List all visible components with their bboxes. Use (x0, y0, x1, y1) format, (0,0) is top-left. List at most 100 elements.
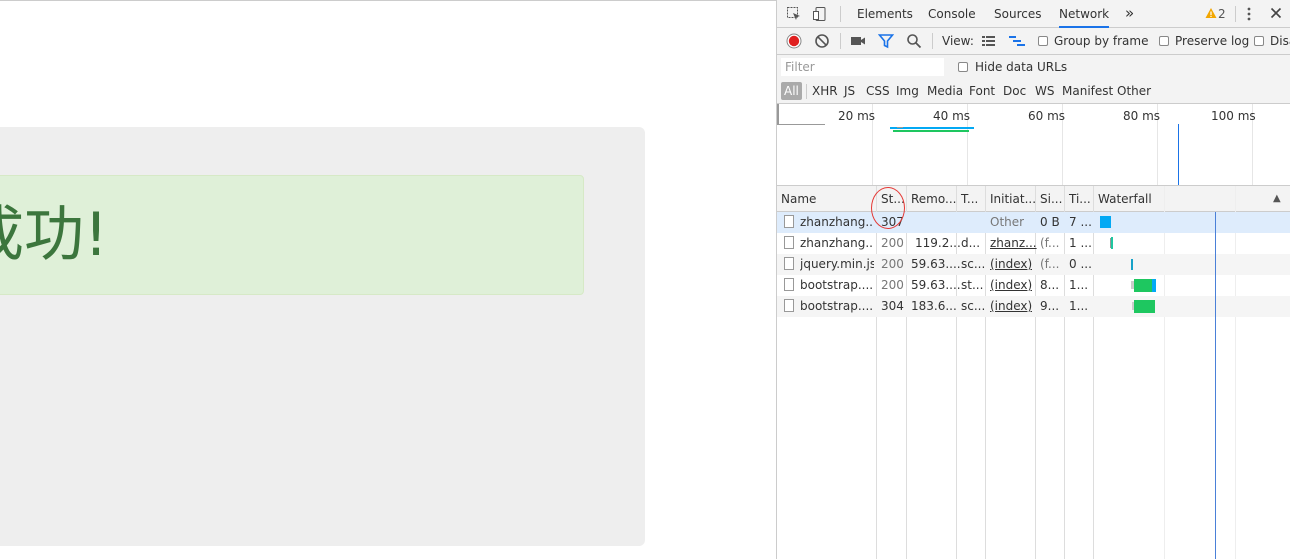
waterfall-bar (1134, 300, 1155, 313)
more-tabs-button[interactable]: » (1125, 4, 1134, 22)
type-css[interactable]: CSS (866, 84, 890, 98)
success-message: 成功! (0, 200, 109, 270)
row-status: 200 (881, 278, 904, 292)
requests-table-header: Name St... Remo... T... Initiat... Si...… (777, 186, 1290, 212)
file-icon (784, 215, 794, 228)
type-doc[interactable]: Doc (1003, 84, 1026, 98)
row-name: bootstrap.... (800, 299, 874, 313)
overview-tick-label: 40 ms (933, 109, 971, 123)
tab-network[interactable]: Network (1059, 7, 1110, 28)
row-initiator[interactable]: (index) (990, 278, 1032, 292)
overview-tick-label: 80 ms (1123, 109, 1161, 123)
toolbar-separator (840, 33, 841, 49)
success-alert: 成功! (0, 175, 584, 295)
inspect-element-icon[interactable] (786, 6, 802, 25)
waterfall-bar (1131, 259, 1133, 270)
column-time[interactable]: Ti... (1069, 192, 1091, 206)
search-icon[interactable] (906, 33, 922, 52)
type-font[interactable]: Font (969, 84, 995, 98)
file-icon (784, 299, 794, 312)
type-media[interactable]: Media (927, 84, 963, 98)
capture-screenshots-icon[interactable] (850, 34, 866, 51)
overview-bar-gray (897, 127, 903, 128)
file-icon (784, 257, 794, 270)
row-initiator: Other (990, 215, 1025, 229)
row-name: zhanzhang.... (800, 236, 874, 250)
preserve-log-checkbox[interactable] (1159, 36, 1169, 46)
tab-elements[interactable]: Elements (857, 7, 913, 21)
tab-console[interactable]: Console (928, 7, 976, 21)
table-row[interactable]: bootstrap.... 200 59.63.... st... (index… (777, 275, 1290, 296)
file-icon (784, 278, 794, 291)
hide-data-urls-label[interactable]: Hide data URLs (975, 60, 1067, 74)
device-toolbar-icon[interactable] (812, 6, 828, 25)
overview-tick-label: 20 ms (838, 109, 876, 123)
waterfall-view-icon[interactable] (1008, 34, 1026, 51)
row-initiator[interactable]: (index) (990, 299, 1032, 313)
column-initiator[interactable]: Initiat... (990, 192, 1036, 206)
filter-icon[interactable] (877, 33, 895, 52)
column-name[interactable]: Name (781, 192, 816, 206)
preserve-log-label[interactable]: Preserve log (1175, 34, 1249, 48)
type-all[interactable]: All (781, 82, 802, 100)
table-row[interactable]: zhanzhang.... 200 119.2... d... zhanz...… (777, 233, 1290, 254)
column-waterfall[interactable]: Waterfall (1098, 192, 1152, 206)
disable-cache-checkbox[interactable] (1254, 36, 1264, 46)
waterfall-bar (1100, 216, 1111, 228)
waterfall-load-marker (1215, 212, 1216, 559)
column-status[interactable]: St... (881, 192, 905, 206)
timeline-overview[interactable]: 20 ms 40 ms 60 ms 80 ms 100 ms (777, 104, 1290, 186)
row-size: (f... (1040, 236, 1060, 250)
types-separator (806, 84, 807, 99)
record-icon[interactable] (786, 33, 802, 52)
row-initiator[interactable]: (index) (990, 257, 1032, 271)
column-type[interactable]: T... (961, 192, 978, 206)
devtools-tabbar: Elements Console Sources Network » 2 (777, 0, 1290, 28)
waterfall-bar-download (1152, 279, 1156, 292)
type-js[interactable]: JS (844, 84, 855, 98)
warning-icon[interactable] (1205, 7, 1217, 22)
column-size[interactable]: Si... (1040, 192, 1062, 206)
row-type: st... (961, 278, 984, 292)
row-size: 9... (1040, 299, 1060, 313)
row-status: 200 (881, 257, 904, 271)
row-size: (f... (1040, 257, 1060, 271)
group-by-frame-label[interactable]: Group by frame (1054, 34, 1148, 48)
type-img[interactable]: Img (896, 84, 919, 98)
row-type: sc... (961, 299, 986, 313)
tab-sources[interactable]: Sources (994, 7, 1041, 21)
large-rows-icon[interactable] (981, 34, 997, 51)
row-time: 0 ... (1069, 257, 1092, 271)
resource-type-filters: All XHR JS CSS Img Media Font Doc WS Man… (777, 80, 1290, 104)
file-icon (784, 236, 794, 249)
row-time: 1... (1069, 299, 1089, 313)
row-name: zhanzhang.... (800, 215, 874, 229)
tabbar-separator-2 (1235, 6, 1236, 22)
table-row[interactable]: zhanzhang.... 307 Other 0 B 7 ... (777, 212, 1290, 233)
row-remote: 59.63.... (911, 257, 961, 271)
hide-data-urls-checkbox[interactable] (958, 62, 968, 72)
clear-icon[interactable] (814, 33, 830, 52)
disable-cache-label[interactable]: Disa (1270, 34, 1290, 48)
filter-input[interactable] (781, 58, 944, 76)
type-manifest[interactable]: Manifest (1062, 84, 1113, 98)
table-row[interactable]: jquery.min.js 200 59.63.... sc... (index… (777, 254, 1290, 275)
row-time: 1... (1069, 278, 1089, 292)
row-initiator[interactable]: zhanz... (990, 236, 1037, 250)
type-ws[interactable]: WS (1035, 84, 1054, 98)
table-row[interactable]: bootstrap.... 304 183.6... sc... (index)… (777, 296, 1290, 317)
warning-count[interactable]: 2 (1218, 7, 1226, 21)
row-status: 304 (881, 299, 904, 313)
group-by-frame-checkbox[interactable] (1038, 36, 1048, 46)
row-time: 7 ... (1069, 215, 1092, 229)
page-top-border (0, 0, 777, 1)
sort-ascending-icon[interactable]: ▲ (1273, 193, 1281, 204)
type-xhr[interactable]: XHR (812, 84, 838, 98)
row-name: bootstrap.... (800, 278, 874, 292)
column-remote-address[interactable]: Remo... (911, 192, 956, 206)
overview-window-handle[interactable] (777, 104, 779, 125)
close-icon[interactable] (1270, 7, 1282, 22)
network-toolbar: View: Group by frame Preserve log Disa (777, 28, 1290, 55)
kebab-menu-icon[interactable] (1244, 6, 1254, 25)
type-other[interactable]: Other (1117, 84, 1151, 98)
